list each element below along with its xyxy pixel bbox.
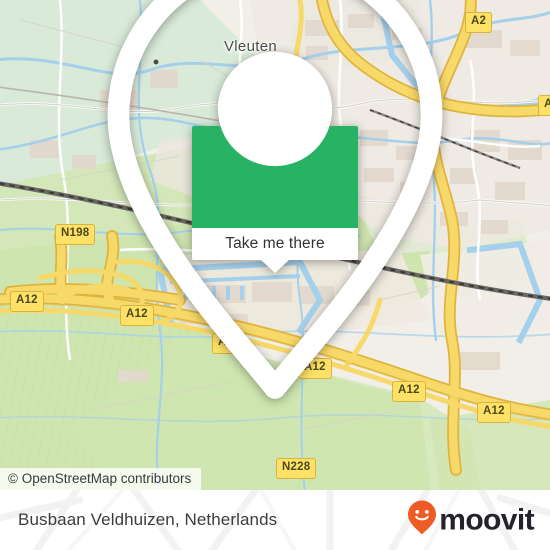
moovit-map-screen: Vleuten A2A2N198A12A12A12A12A12A12N228 ©… <box>0 0 550 550</box>
place-title: Busbaan Veldhuizen, Netherlands <box>18 510 278 529</box>
page-footer: Busbaan Veldhuizen, Netherlands moovit <box>0 490 550 550</box>
moovit-logo[interactable]: moovit <box>407 500 535 541</box>
map-canvas[interactable]: Vleuten A2A2N198A12A12A12A12A12A12N228 ©… <box>0 0 550 490</box>
map-popup[interactable]: Take me there <box>107 0 443 399</box>
map-pin-icon <box>0 0 550 422</box>
road-shield: N228 <box>276 458 317 479</box>
popup-header <box>107 0 443 399</box>
popup-tail <box>261 260 289 273</box>
moovit-smiling-pin-icon <box>407 500 437 541</box>
osm-attribution[interactable]: © OpenStreetMap contributors <box>0 468 202 490</box>
popup-action-label: Take me there <box>225 235 325 252</box>
moovit-wordmark: moovit <box>439 503 534 536</box>
